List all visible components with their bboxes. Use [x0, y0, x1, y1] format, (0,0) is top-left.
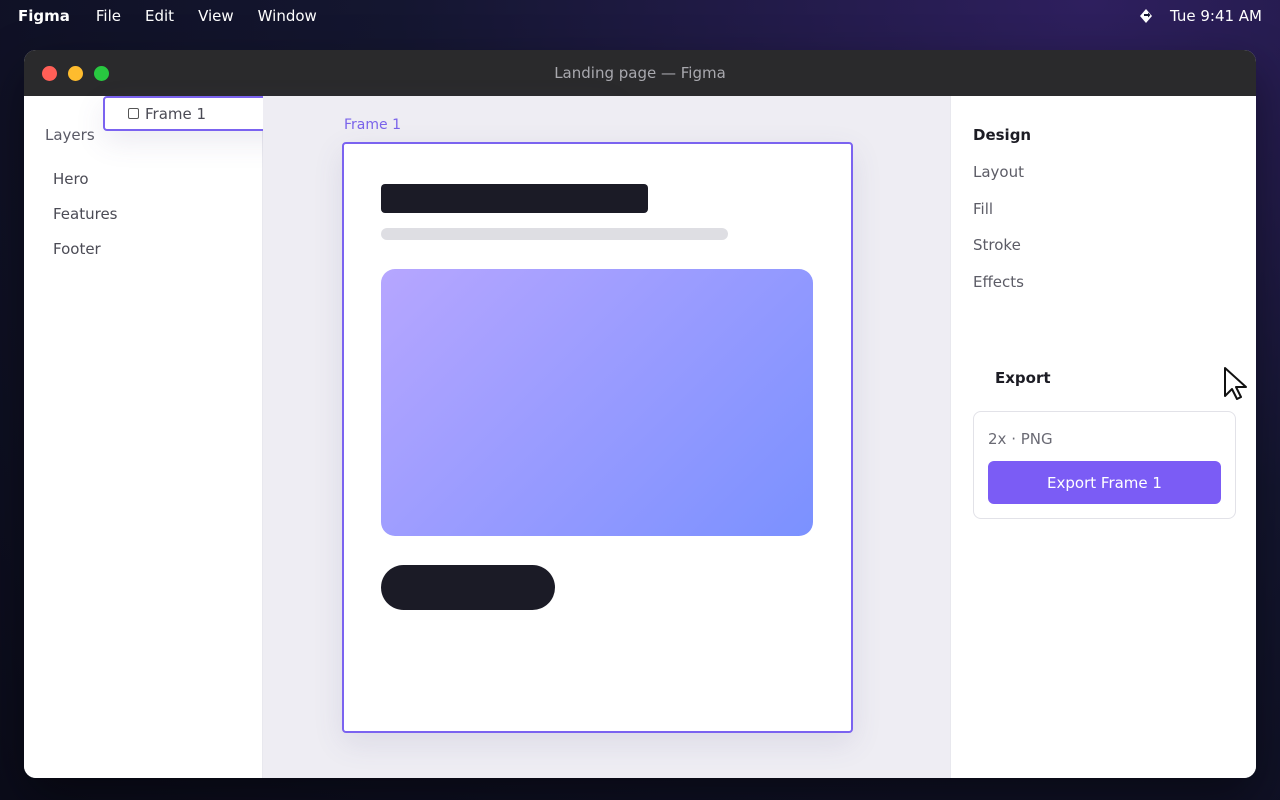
- layer-footer[interactable]: Footer: [24, 231, 262, 266]
- minimize-window-button[interactable]: [68, 66, 83, 81]
- maximize-window-button[interactable]: [94, 66, 109, 81]
- design-panel: Design Layout Fill Stroke Effects Export…: [950, 96, 1256, 778]
- frame-icon: [128, 108, 139, 119]
- menu-bar: Figma File Edit View Window Tue 9:41 AM: [0, 0, 1280, 32]
- window-controls: [42, 66, 109, 81]
- app-window: Landing page — Figma Layers Frame 1 Hero…: [24, 50, 1256, 778]
- sync-icon[interactable]: [1138, 8, 1154, 24]
- editor-body: Layers Frame 1 Hero Features Footer Fram…: [24, 96, 1256, 778]
- export-settings[interactable]: 2x · PNG: [988, 430, 1053, 448]
- layer-label: Frame 1: [145, 104, 207, 123]
- window-title: Landing page — Figma: [554, 64, 726, 82]
- hero-subtitle-placeholder[interactable]: [381, 228, 728, 240]
- menu-window[interactable]: Window: [258, 7, 317, 25]
- frame-1[interactable]: [342, 142, 853, 733]
- property-fill[interactable]: Fill: [951, 191, 1256, 228]
- menu-bar-status: Tue 9:41 AM: [1138, 7, 1262, 25]
- cta-button-placeholder[interactable]: [381, 565, 555, 610]
- close-window-button[interactable]: [42, 66, 57, 81]
- hero-image-placeholder[interactable]: [381, 269, 813, 536]
- frame-label[interactable]: Frame 1: [344, 117, 401, 133]
- layer-features[interactable]: Features: [24, 196, 262, 231]
- design-canvas[interactable]: Frame 1: [263, 96, 950, 778]
- menu-file[interactable]: File: [96, 7, 121, 25]
- property-stroke[interactable]: Stroke: [951, 227, 1256, 264]
- hero-heading-placeholder[interactable]: [381, 184, 648, 213]
- menu-edit[interactable]: Edit: [145, 7, 174, 25]
- menu-app-name[interactable]: Figma: [18, 7, 70, 25]
- layer-label: Hero: [53, 169, 89, 188]
- export-section-title: Export: [995, 369, 1051, 387]
- property-effects[interactable]: Effects: [951, 264, 1256, 301]
- layer-label: Features: [53, 204, 118, 223]
- title-bar[interactable]: Landing page — Figma: [24, 50, 1256, 96]
- design-properties: Layout Fill Stroke Effects: [951, 154, 1256, 300]
- export-card: 2x · PNG Export Frame 1: [973, 411, 1236, 519]
- layer-hero[interactable]: Hero: [24, 161, 262, 196]
- layer-label: Footer: [53, 239, 101, 258]
- design-section-title: Design: [973, 126, 1032, 144]
- layers-panel: Layers Frame 1 Hero Features Footer: [24, 96, 614, 778]
- menu-clock[interactable]: Tue 9:41 AM: [1170, 7, 1262, 25]
- property-layout[interactable]: Layout: [951, 154, 1256, 191]
- export-frame-button[interactable]: Export Frame 1: [988, 461, 1221, 504]
- mouse-cursor-icon: [1224, 367, 1247, 400]
- menu-view[interactable]: View: [198, 7, 234, 25]
